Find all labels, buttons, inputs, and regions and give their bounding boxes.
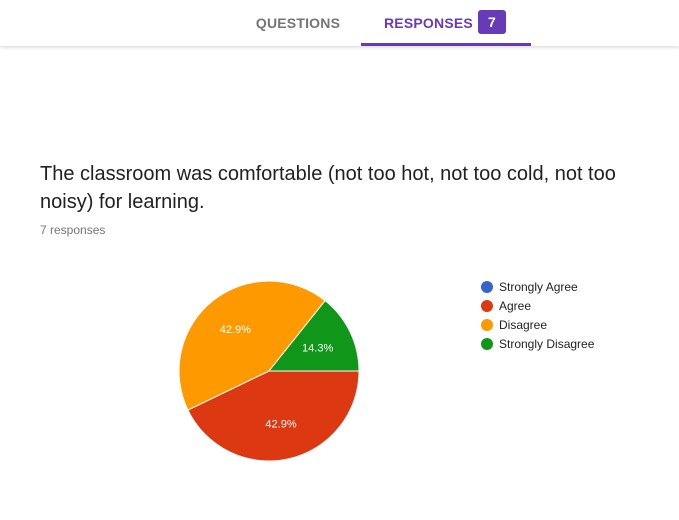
legend-swatch-strongly-agree bbox=[481, 281, 493, 293]
legend-swatch-agree bbox=[481, 300, 493, 312]
legend-label-strongly-agree: Strongly Agree bbox=[499, 280, 578, 294]
pie-slice-label-strongly-disagree: 14.3% bbox=[302, 343, 333, 355]
pie-slice-label-disagree: 42.9% bbox=[220, 324, 251, 336]
legend-label-strongly-disagree: Strongly Disagree bbox=[499, 337, 595, 351]
pie-chart: 42.9% 42.9% 14.3% Strongly Agree Agree Disagr… bbox=[178, 280, 595, 462]
legend-swatch-disagree bbox=[481, 319, 493, 331]
legend-swatch-strongly-disagree bbox=[481, 338, 493, 350]
pie-slice-label-agree: 42.9% bbox=[265, 419, 296, 431]
legend-label-disagree: Disagree bbox=[499, 318, 547, 332]
legend-label-agree: Agree bbox=[499, 299, 531, 313]
